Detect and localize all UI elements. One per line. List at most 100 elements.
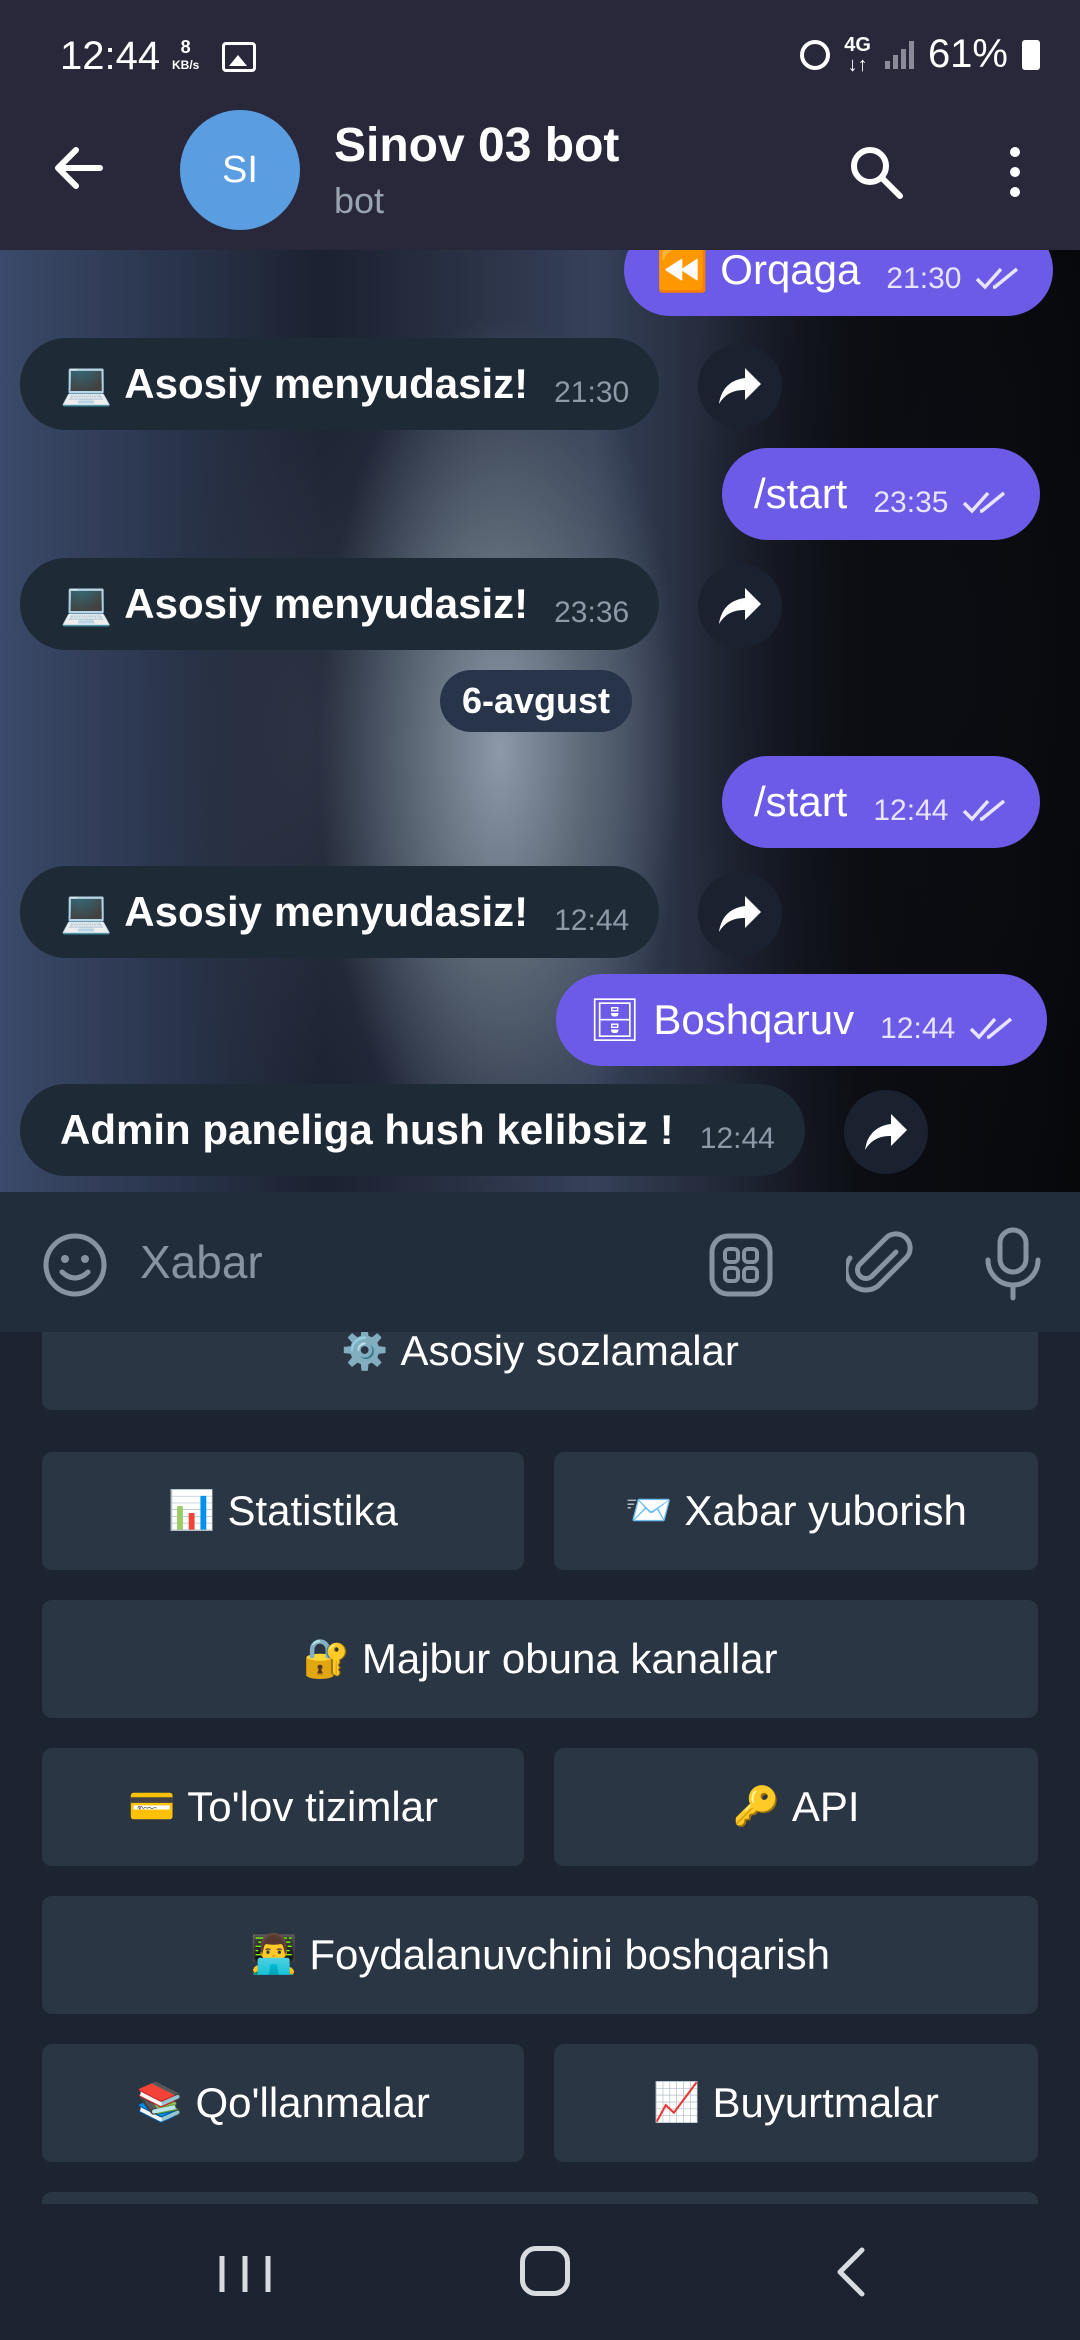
- rewind-emoji-icon: ⏪: [656, 250, 709, 293]
- gear-icon: ⚙️: [341, 1332, 389, 1372]
- status-time: 12:44: [60, 34, 161, 78]
- message-composer: [0, 1192, 1080, 1332]
- key-icon: 🔑: [732, 1786, 780, 1828]
- bar-chart-icon: 📊: [168, 1490, 216, 1532]
- chat-subtitle: bot: [334, 180, 385, 221]
- message-text: /start: [754, 470, 848, 517]
- battery-icon: [1022, 39, 1040, 70]
- attach-icon[interactable]: [846, 1230, 916, 1300]
- keyboard-button-label: Buyurtmalar: [712, 2079, 939, 2126]
- keyboard-button-qollanmalar[interactable]: 📚 Qo'llanmalar: [42, 2044, 524, 2162]
- keyboard-button-foydalanuvchini-boshqarish[interactable]: 👨‍💻 Foydalanuvchini boshqarish: [42, 1896, 1038, 2014]
- keyboard-button-asosiy-sozlamalar[interactable]: ⚙️ Asosiy sozlamalar: [42, 1332, 1038, 1410]
- network-speed-value: 8: [180, 37, 191, 57]
- double-check-icon: [976, 267, 1019, 290]
- file-cabinet-emoji-icon: 🗄: [588, 995, 642, 1043]
- message-time: 21:30: [554, 376, 630, 409]
- message-time: 23:36: [554, 596, 630, 629]
- keyboard-button-label: Qo'llanmalar: [195, 2079, 430, 2126]
- message-outgoing[interactable]: /start 12:44: [722, 756, 1041, 848]
- keyboard-button-label: To'lov tizimlar: [187, 1783, 439, 1830]
- forward-button[interactable]: [844, 1090, 928, 1174]
- keyboard-button-label: Statistika: [227, 1487, 398, 1534]
- technologist-icon: 👨‍💻: [250, 1934, 298, 1976]
- chart-increasing-icon: 📈: [653, 2082, 701, 2124]
- keyboard-button-label: Asosiy sozlamalar: [400, 1332, 739, 1374]
- message-time: 12:44: [873, 794, 949, 827]
- message-time: 12:44: [699, 1122, 775, 1155]
- keyboard-button-label: Foydalanuvchini boshqarish: [309, 1931, 830, 1978]
- keyboard-button-label: Xabar yuborish: [684, 1487, 967, 1534]
- bot-reply-keyboard: ⚙️ Asosiy sozlamalar 📊 Statistika 📨 Xaba…: [0, 1332, 1080, 2204]
- more-vert-icon[interactable]: [1000, 142, 1030, 202]
- message-outgoing[interactable]: ⏪ Orqaga 21:30: [624, 250, 1054, 316]
- message-incoming[interactable]: 💻 Asosiy menyudasiz! 23:36: [20, 558, 660, 650]
- message-text: Admin paneliga hush kelibsiz !: [60, 1106, 674, 1153]
- keyboard-button-majbur-obuna[interactable]: 🔐 Majbur obuna kanallar: [42, 1600, 1038, 1718]
- message-text: Asosiy menyudasiz!: [124, 888, 529, 935]
- keyboard-button-statistika[interactable]: 📊 Statistika: [42, 1452, 524, 1570]
- top-bar: 12:44 8 KB/s 4G ↓↑ 61% SI Sinov 03 bot bo…: [0, 0, 1080, 250]
- status-right: 4G ↓↑ 61%: [800, 32, 1040, 77]
- message-time: 12:44: [880, 1012, 956, 1045]
- date-separator: 6-avgust: [440, 670, 633, 732]
- network-type-icon: 4G ↓↑: [844, 33, 871, 76]
- battery-percent: 61%: [927, 32, 1008, 76]
- message-incoming[interactable]: 💻 Asosiy menyudasiz! 21:30: [20, 338, 660, 430]
- lock-key-icon: 🔐: [302, 1638, 350, 1680]
- forward-button[interactable]: [698, 872, 782, 956]
- double-check-icon: [963, 491, 1006, 514]
- share-arrow-icon: [865, 1114, 907, 1150]
- computer-emoji-icon: 💻: [60, 887, 113, 935]
- keyboard-button-partial[interactable]: [42, 2192, 1038, 2204]
- keyboard-button-api[interactable]: 🔑 API: [554, 1748, 1038, 1866]
- chat-header: SI Sinov 03 bot bot: [0, 100, 1080, 250]
- share-arrow-icon: [719, 588, 761, 624]
- message-text: Boshqaruv: [653, 996, 855, 1043]
- credit-card-icon: 💳: [127, 1786, 176, 1828]
- keyboard-button-tolov-tizimlar[interactable]: 💳 To'lov tizimlar: [42, 1748, 524, 1866]
- share-arrow-icon: [719, 896, 761, 932]
- keyboard-button-label: API: [791, 1783, 860, 1830]
- double-check-icon: [963, 799, 1006, 822]
- keyboard-button-xabar-yuborish[interactable]: 📨 Xabar yuborish: [554, 1452, 1038, 1570]
- search-icon[interactable]: [846, 142, 906, 202]
- network-speed-unit: KB/s: [172, 58, 200, 72]
- share-arrow-icon: [719, 368, 761, 404]
- message-text: /start: [754, 778, 848, 825]
- message-time: 12:44: [554, 904, 630, 937]
- incoming-envelope-icon: 📨: [625, 1490, 673, 1532]
- back-arrow-icon[interactable]: [48, 138, 108, 198]
- chat-title[interactable]: Sinov 03 bot: [334, 118, 619, 173]
- system-navigation-bar: [0, 2204, 1080, 2340]
- books-icon: 📚: [136, 2082, 184, 2124]
- recent-apps-icon[interactable]: [210, 2252, 280, 2296]
- gallery-icon: [222, 42, 256, 72]
- avatar[interactable]: SI: [180, 110, 300, 230]
- message-time: 23:35: [873, 486, 949, 519]
- computer-emoji-icon: 💻: [60, 579, 113, 627]
- network-speed: 8 KB/s: [172, 38, 199, 74]
- nav-back-icon[interactable]: [826, 2244, 876, 2300]
- message-text: Orqaga: [720, 250, 861, 293]
- microphone-icon[interactable]: [980, 1226, 1046, 1302]
- message-time: 21:30: [886, 262, 962, 295]
- forward-button[interactable]: [698, 344, 782, 428]
- computer-emoji-icon: 💻: [60, 359, 113, 407]
- forward-button[interactable]: [698, 564, 782, 648]
- home-icon[interactable]: [520, 2246, 570, 2296]
- message-incoming[interactable]: Admin paneliga hush kelibsiz ! 12:44: [20, 1084, 805, 1176]
- keyboard-button-label: Majbur obuna kanallar: [361, 1635, 778, 1682]
- message-input[interactable]: [140, 1222, 660, 1302]
- emoji-icon[interactable]: [42, 1232, 108, 1298]
- keyboard-button-buyurtmalar[interactable]: 📈 Buyurtmalar: [554, 2044, 1038, 2162]
- signal-icon: [884, 40, 914, 69]
- alarm-icon: [800, 39, 831, 70]
- chat-area[interactable]: ⏪ Orqaga 21:30 💻 Asosiy menyudasiz! 21:3…: [0, 250, 1080, 1192]
- bot-keyboard-icon[interactable]: [708, 1232, 774, 1298]
- message-text: Asosiy menyudasiz!: [124, 360, 529, 407]
- message-outgoing[interactable]: /start 23:35: [722, 448, 1041, 540]
- message-incoming[interactable]: 💻 Asosiy menyudasiz! 12:44: [20, 866, 660, 958]
- message-outgoing[interactable]: 🗄 Boshqaruv 12:44: [556, 974, 1048, 1066]
- message-text: Asosiy menyudasiz!: [124, 580, 529, 627]
